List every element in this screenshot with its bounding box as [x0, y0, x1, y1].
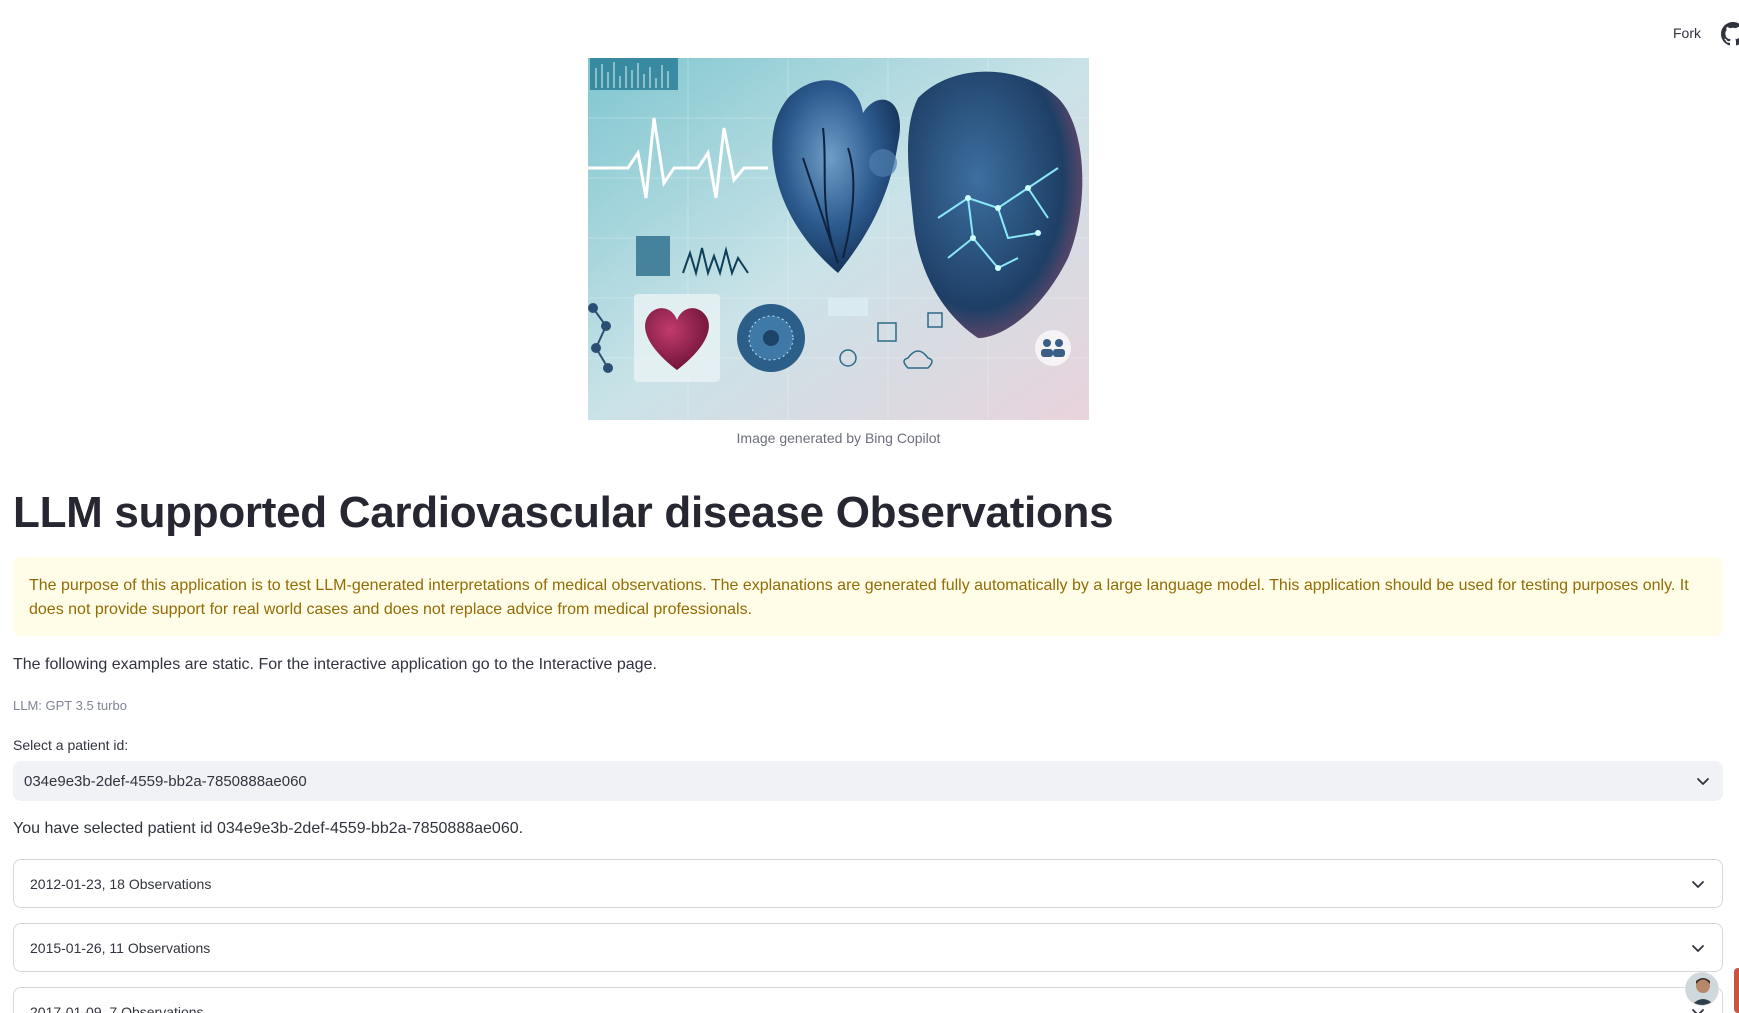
side-handle[interactable] — [1734, 968, 1739, 1013]
expander-label: 2015-01-26, 11 Observations — [30, 939, 211, 956]
cardio-illustration — [588, 58, 1089, 420]
fork-button[interactable]: Fork — [1673, 25, 1701, 41]
hero-image — [588, 58, 1089, 420]
observation-expander[interactable]: 2015-01-26, 11 Observations — [13, 923, 1723, 972]
static-info-text: The following examples are static. For t… — [13, 656, 657, 673]
github-icon[interactable] — [1721, 22, 1739, 46]
patient-select-label: Select a patient id: — [13, 737, 129, 753]
disclaimer-warning: The purpose of this application is to te… — [13, 557, 1723, 636]
hero-caption: Image generated by Bing Copilot — [736, 430, 941, 446]
observation-expander[interactable]: 2017-01-09, 7 Observations — [13, 987, 1723, 1013]
llm-caption: LLM: GPT 3.5 turbo — [13, 698, 127, 713]
patient-id-select[interactable]: 034e9e3b-2def-4559-bb2a-7850888ae060 — [13, 761, 1723, 801]
expander-label: 2017-01-09, 7 Observations — [30, 1003, 204, 1013]
expander-label: 2012-01-23, 18 Observations — [30, 875, 212, 892]
user-avatar[interactable] — [1685, 972, 1719, 1006]
selected-patient-message: You have selected patient id 034e9e3b-2d… — [13, 820, 524, 837]
chevron-down-icon — [1697, 778, 1709, 785]
page-title: LLM supported Cardiovascular disease Obs… — [13, 488, 1114, 537]
app-page: Fork Image generated by Bing Copilot LLM… — [0, 0, 1739, 1013]
chevron-down-icon — [1692, 944, 1704, 952]
observation-expander[interactable]: 2012-01-23, 18 Observations — [13, 859, 1723, 908]
patient-id-select-value: 034e9e3b-2def-4559-bb2a-7850888ae060 — [24, 772, 307, 790]
chevron-down-icon — [1692, 880, 1704, 888]
